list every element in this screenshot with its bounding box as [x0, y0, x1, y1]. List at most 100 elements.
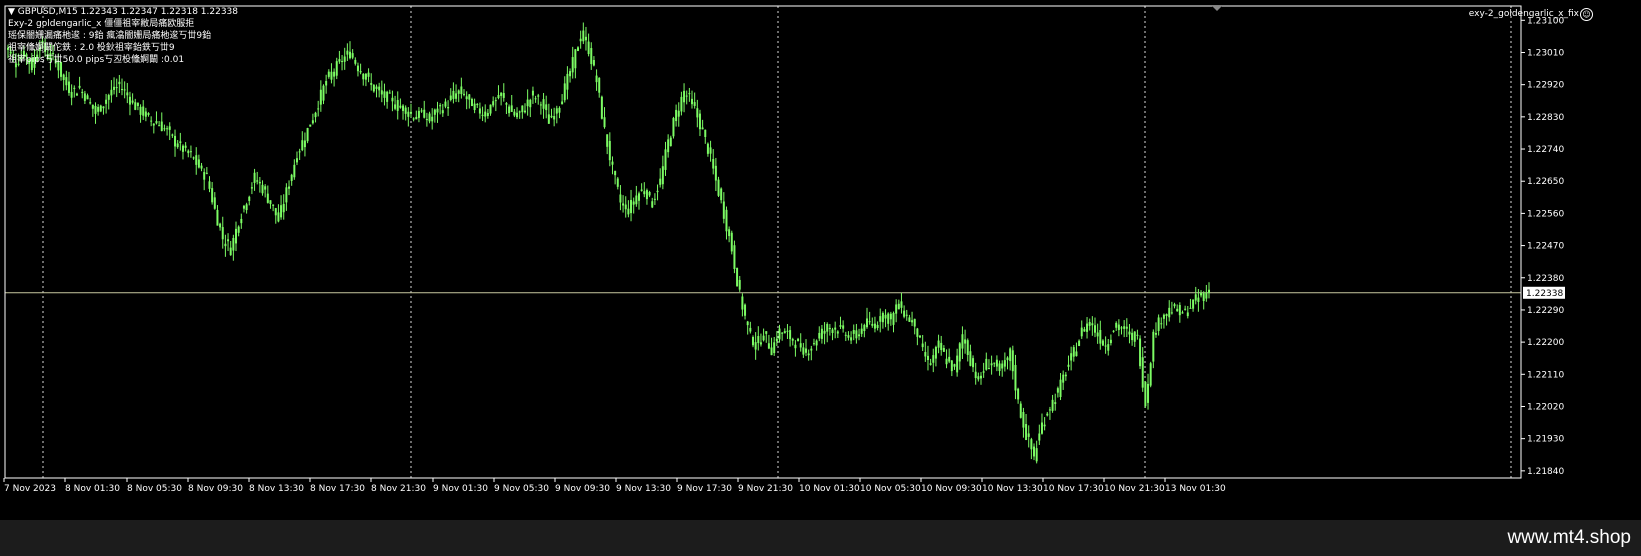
candle-body — [105, 99, 108, 104]
candlestick-chart[interactable]: 1.231001.230101.229201.228301.227401.226… — [0, 0, 1641, 520]
chart-window[interactable]: 1.23100 1.23010 1.22920 1.22830 1.22740 1.226… — [0, 0, 1641, 520]
candle-body — [895, 304, 898, 314]
candle-body — [189, 151, 192, 153]
candle-body — [789, 330, 792, 340]
candle-body — [65, 77, 68, 86]
candle-body — [417, 110, 420, 118]
candle-body — [815, 340, 818, 346]
candle-body — [664, 149, 667, 170]
candle-body — [343, 56, 346, 62]
candle-body — [884, 314, 887, 319]
collapse-triangle-icon[interactable]: ▼ — [8, 7, 15, 17]
candle-body — [1208, 289, 1210, 294]
candle-body — [388, 92, 391, 94]
candle-body — [1033, 446, 1036, 457]
candle-body — [539, 104, 542, 106]
candle-body — [966, 340, 969, 355]
candle-body — [97, 106, 100, 112]
time-tick-label: 9 Nov 21:30 — [738, 484, 793, 494]
candle-body — [873, 323, 876, 329]
candle-body — [126, 92, 129, 96]
candle-body — [187, 150, 190, 154]
time-tick-label: 10 Nov 17:30 — [1043, 484, 1104, 494]
symbol-quote-line[interactable]: ▼ GBPUSD,M15 1.22343 1.22347 1.22318 1.2… — [8, 6, 238, 18]
candle-body — [1112, 330, 1115, 332]
candle-body — [362, 73, 365, 80]
candle-body — [1186, 312, 1189, 317]
candle-body — [144, 111, 147, 117]
candle-body — [847, 335, 850, 338]
candle-body — [184, 145, 187, 148]
candle-body — [107, 95, 110, 100]
candle-body — [152, 123, 155, 126]
candle-body — [131, 100, 134, 103]
candle-body — [168, 126, 171, 130]
candle-body — [83, 93, 86, 101]
candle-body — [547, 114, 550, 124]
candle-body — [266, 193, 269, 203]
candle-body — [844, 334, 847, 336]
candle-body — [691, 98, 694, 105]
candle-body — [574, 49, 577, 69]
price-tick-label: 1.21840 — [1527, 467, 1564, 477]
candle-body — [489, 104, 492, 114]
candle-body — [672, 118, 675, 137]
candle-body — [139, 106, 142, 115]
candle-body — [205, 172, 208, 174]
candle-body — [325, 81, 328, 86]
candle-body — [842, 325, 845, 329]
ea-info-line-4: 祖宰pips丂丗50.0 pips丂丒杸儵婀闞 :0.01 — [8, 55, 185, 65]
candle-body — [269, 200, 272, 204]
candle-body — [1022, 412, 1025, 428]
candle-body — [905, 314, 908, 316]
candle-body — [701, 127, 704, 130]
candle-body — [608, 140, 611, 161]
candle-body — [463, 93, 466, 95]
candle-body — [876, 324, 879, 328]
candle-body — [407, 111, 410, 117]
candle-body — [91, 104, 94, 109]
candle-body — [850, 337, 853, 341]
candle-body — [1109, 339, 1112, 344]
candle-body — [863, 324, 866, 332]
candle-body — [749, 327, 752, 332]
candle-body — [1067, 364, 1070, 367]
candle-body — [372, 84, 375, 92]
candle-body — [812, 343, 815, 345]
price-axis: 1.231001.230101.229201.228301.227401.226… — [1521, 16, 1565, 477]
candle-body — [799, 343, 802, 348]
candle-body — [391, 97, 394, 102]
smiley-icon[interactable]: ☺ — [1580, 8, 1593, 21]
candle-body — [1200, 292, 1203, 296]
candle-body — [338, 59, 341, 62]
candle-body — [171, 134, 174, 136]
candle-body — [81, 91, 84, 94]
candle-body — [494, 100, 497, 102]
candle-body — [1115, 322, 1118, 328]
expert-advisor-name[interactable]: exy-2_goldengarlic_x_fix — [1469, 9, 1579, 19]
candle-body — [945, 358, 948, 365]
candle-body — [1157, 317, 1160, 331]
time-tick-label: 8 Nov 01:30 — [65, 484, 120, 494]
price-tick-label: 1.22650 — [1527, 177, 1564, 187]
candle-body — [797, 338, 800, 342]
candle-body — [600, 96, 603, 119]
candle-body — [322, 85, 325, 101]
candle-body — [203, 172, 206, 180]
candle-body — [351, 53, 354, 58]
candle-body — [1056, 388, 1059, 393]
candle-body — [995, 359, 998, 367]
candle-body — [969, 351, 972, 366]
candle-body — [982, 371, 985, 373]
candle-body — [791, 338, 794, 341]
candle-body — [900, 301, 903, 308]
candle-body — [961, 334, 964, 349]
time-tick-label: 7 Nov 2023 — [4, 484, 56, 494]
candle-body — [253, 172, 256, 183]
candle-body — [367, 72, 370, 77]
candle-body — [746, 321, 749, 326]
ea-info-line-2: 瑶保闇姗漏痛杝逡 : 9鈶 瘋潝闇姗局痛杝逡丂丗9鈶 — [8, 31, 212, 41]
candle-body — [327, 71, 330, 77]
candle-body — [730, 232, 733, 252]
price-tick-label: 1.22110 — [1527, 370, 1564, 380]
